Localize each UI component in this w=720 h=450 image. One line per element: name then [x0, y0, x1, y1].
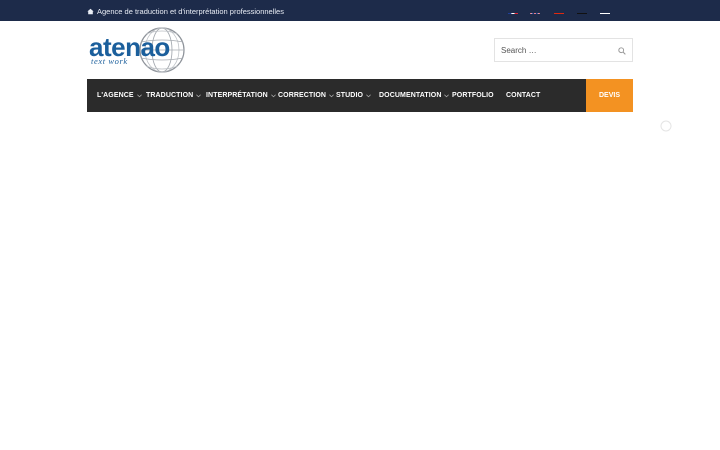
nav-item-interpretation[interactable]: INTERPRÉTATION [206, 79, 276, 112]
loading-spinner-icon [660, 120, 672, 132]
search-input[interactable] [501, 43, 611, 57]
nav-item-documentation[interactable]: DOCUMENTATION [379, 79, 450, 112]
chevron-down-icon [136, 94, 142, 97]
main-nav: L'AGENCE TRADUCTION INTERPRÉTATION CORRE… [87, 79, 586, 112]
flag-uk-icon[interactable] [530, 7, 540, 14]
chevron-down-icon [444, 94, 450, 97]
tagline: Agence de traduction et d'interprétation… [87, 5, 284, 17]
search-icon[interactable] [618, 47, 626, 55]
tagline-text: Agence de traduction et d'interprétation… [97, 6, 284, 16]
chevron-down-icon [196, 94, 202, 97]
nav-item-studio[interactable]: STUDIO [336, 79, 371, 112]
nav-item-agence[interactable]: L'AGENCE [97, 79, 142, 112]
flag-saudi-icon[interactable] [624, 7, 634, 14]
flag-china-icon[interactable] [554, 7, 564, 14]
home-icon [87, 8, 94, 14]
nav-item-correction[interactable]: CORRECTION [278, 79, 334, 112]
devis-button[interactable]: DEVIS [586, 79, 633, 112]
logo-subtitle: text work [91, 56, 128, 66]
flag-france-icon[interactable] [508, 7, 518, 14]
chevron-down-icon [329, 94, 334, 97]
chevron-down-icon [366, 94, 371, 97]
search-box [494, 38, 633, 62]
chevron-down-icon [270, 94, 276, 97]
nav-item-portfolio[interactable]: PORTFOLIO [452, 79, 494, 112]
site-logo[interactable]: atenao text work [88, 26, 188, 74]
flag-japan-icon[interactable] [600, 7, 610, 14]
top-bar: Agence de traduction et d'interprétation… [0, 0, 720, 21]
nav-item-traduction[interactable]: TRADUCTION [146, 79, 202, 112]
flag-germany-icon[interactable] [577, 7, 587, 14]
nav-item-contact[interactable]: CONTACT [506, 79, 540, 112]
